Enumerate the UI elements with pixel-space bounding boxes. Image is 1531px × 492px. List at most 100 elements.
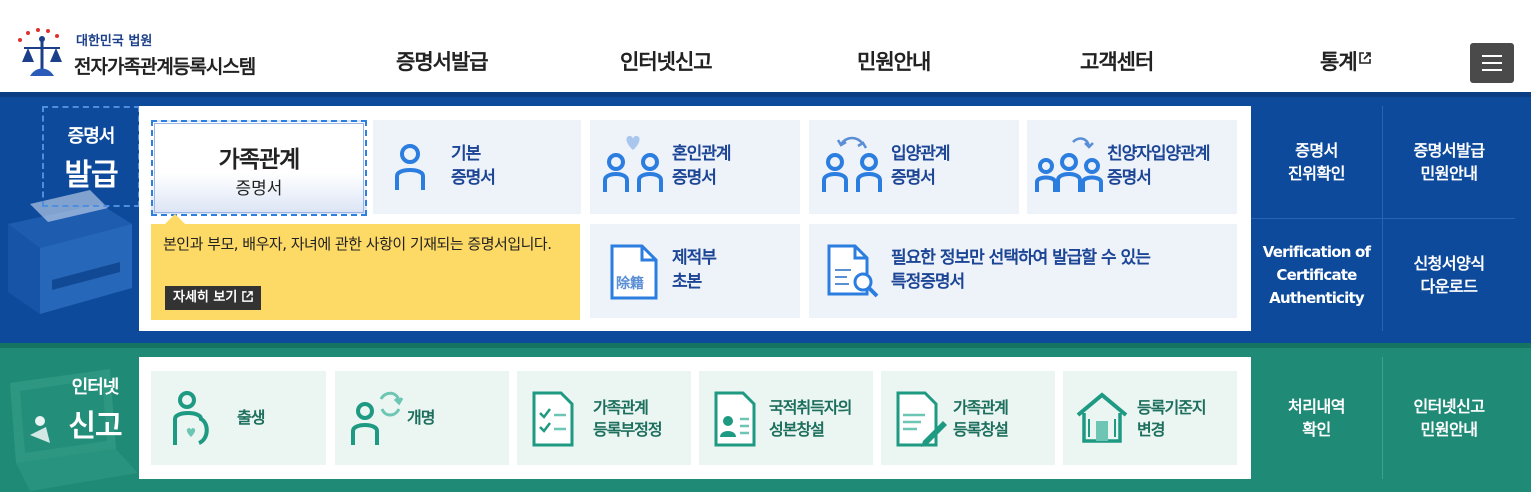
card-label: 친양자입양관계 증명서 xyxy=(1107,142,1210,190)
card-label-line1: 제적부 xyxy=(672,248,717,268)
hamburger-line xyxy=(1482,62,1502,64)
view-details-button[interactable]: 자세히 보기 xyxy=(165,286,261,310)
card-marriage-cert[interactable]: 혼인관계증명서 xyxy=(590,120,800,214)
card-label-line1: 친양자입양관계 xyxy=(1107,144,1210,164)
hamburger-menu-button[interactable] xyxy=(1470,43,1514,83)
card-rename-report[interactable]: 개명 xyxy=(335,371,509,465)
hamburger-menu-icon xyxy=(1482,55,1502,57)
court-emblem-icon xyxy=(18,28,62,76)
card-label-line2: 변경 xyxy=(1137,420,1165,439)
internet-report-section: 인터넷 신고 출생 개명 가족관계 등록부정정 국적취득자의 성본창설 가족관계… xyxy=(0,343,1531,492)
rename-icon xyxy=(351,391,403,445)
nav-statistics[interactable]: 통계 xyxy=(1320,46,1371,76)
card-label: 등록기준지변경 xyxy=(1137,397,1207,441)
card-label-line1: 필요한 정보만 선택하여 발급할 수 있는 xyxy=(891,248,1151,268)
person-icon xyxy=(395,144,425,190)
card-label-line1: 가족관계 xyxy=(593,398,649,417)
certificate-section: 증명서 발급 가족관계 증명서 기본 증명서 혼인관계 증명서 입양관계 증명서… xyxy=(0,92,1531,343)
section-title-small: 증명서 xyxy=(67,126,116,147)
nav-cert-issuance[interactable]: 증명서발급 xyxy=(396,46,489,76)
card-label: 기본증명서 xyxy=(451,142,496,190)
internet-report-section-title: 인터넷 신고 xyxy=(50,373,140,445)
card-register-correction[interactable]: 가족관계등록부정정 xyxy=(517,371,691,465)
card-label: 출생 xyxy=(237,408,265,427)
nav-customer-center[interactable]: 고객센터 xyxy=(1080,46,1154,76)
family-adoption-icon xyxy=(1035,137,1103,192)
document-jejeok-icon: 除籍 xyxy=(610,244,658,300)
section-top-line xyxy=(0,92,1531,97)
certificate-section-title: 증명서 발급 xyxy=(42,106,140,207)
card-title: 가족관계 xyxy=(218,147,301,173)
nav-statistics-label: 통계 xyxy=(1320,50,1358,74)
logo-title: 전자가족관계등록시스템 xyxy=(74,56,256,78)
card-jejeok-extract[interactable]: 除籍 제적부 초본 xyxy=(590,224,800,318)
hamburger-line xyxy=(1482,69,1502,71)
section-title-large: 발급 xyxy=(64,158,118,193)
form-download-link[interactable]: 신청서양식다운로드 xyxy=(1383,219,1515,331)
card-basic-cert[interactable]: 기본증명서 xyxy=(373,120,581,214)
side-line2: 민원안내 xyxy=(1420,420,1478,439)
document-glyph: 除籍 xyxy=(616,275,644,292)
card-label-line2: 증명서 xyxy=(672,168,717,188)
internet-report-guide-link[interactable]: 인터넷신고민원안내 xyxy=(1383,357,1515,479)
adoption-icon xyxy=(822,136,882,192)
card-full-adoption-cert[interactable]: 친양자입양관계 증명서 xyxy=(1027,120,1237,214)
site-header: 대한민국 법원 전자가족관계등록시스템 증명서발급 인터넷신고 민원안내 고객센… xyxy=(0,0,1531,92)
view-details-label: 자세히 보기 xyxy=(173,290,238,305)
card-label: 국적취득자의 성본창설 xyxy=(769,397,852,441)
card-register-creation[interactable]: 가족관계등록창설 xyxy=(881,371,1055,465)
nav-civil-guide[interactable]: 민원안내 xyxy=(857,46,931,76)
tooltip-text: 본인과 부모, 배우자, 자녀에 관한 사항이 기재되는 증명서입니다. xyxy=(163,235,552,253)
card-label-line1: 가족관계 xyxy=(953,398,1009,417)
card-label: 제적부 초본 xyxy=(672,246,717,294)
card-label-line1: 기본 xyxy=(451,144,481,164)
card-registration-base-change[interactable]: 등록기준지변경 xyxy=(1063,371,1237,465)
card-label-line1: 혼인관계 xyxy=(672,144,732,164)
side-line3: Authenticity xyxy=(1269,288,1364,307)
card-specific-cert[interactable]: 필요한 정보만 선택하여 발급할 수 있는특정증명서 xyxy=(809,224,1237,318)
card-naturalized-surname-creation[interactable]: 국적취득자의 성본창설 xyxy=(699,371,873,465)
card-label: 개명 xyxy=(407,408,435,427)
document-search-icon xyxy=(827,244,879,298)
cert-verify-link[interactable]: 증명서 진위확인 xyxy=(1251,106,1382,218)
internet-report-card-panel: 출생 개명 가족관계 등록부정정 국적취득자의 성본창설 가족관계 등록창설 등… xyxy=(139,357,1251,479)
section-title-large: 신고 xyxy=(68,409,122,444)
external-link-icon xyxy=(242,291,253,302)
side-line2: 확인 xyxy=(1302,420,1331,439)
card-label-line2: 등록창설 xyxy=(953,420,1009,439)
logo-subtitle: 대한민국 법원 xyxy=(76,34,153,49)
id-card-icon xyxy=(714,391,756,447)
house-icon xyxy=(1076,392,1128,443)
card-label-line1: 등록기준지 xyxy=(1137,398,1207,417)
processing-history-link[interactable]: 처리내역 확인 xyxy=(1251,357,1382,479)
side-line1: 신청서양식 xyxy=(1413,254,1485,273)
section-title-small: 인터넷 xyxy=(71,377,120,398)
card-label-line2: 성본창설 xyxy=(769,420,825,439)
card-birth-report[interactable]: 출생 xyxy=(151,371,326,465)
card-label: 가족관계등록부정정 xyxy=(593,397,663,441)
card-label-line1: 입양관계 xyxy=(891,144,951,164)
card-label: 필요한 정보만 선택하여 발급할 수 있는특정증명서 xyxy=(891,246,1151,294)
card-label-line2: 특정증명서 xyxy=(891,272,965,292)
cert-civil-guide-link[interactable]: 증명서발급민원안내 xyxy=(1383,106,1515,218)
section-top-line xyxy=(0,343,1531,348)
side-line1: Verification of xyxy=(1262,242,1371,261)
verification-of-certificate-link[interactable]: Verification of Certificate Authenticity xyxy=(1251,219,1382,331)
side-line2: 다운로드 xyxy=(1420,277,1478,296)
checklist-icon xyxy=(532,391,574,447)
site-logo[interactable]: 대한민국 법원 전자가족관계등록시스템 xyxy=(14,26,284,82)
card-label-line2: 등록부정정 xyxy=(593,420,663,439)
card-family-relation-cert[interactable]: 가족관계 증명서 xyxy=(151,120,367,216)
family-cert-tooltip: 본인과 부모, 배우자, 자녀에 관한 사항이 기재되는 증명서입니다. 자세히… xyxy=(151,214,580,320)
couple-heart-icon xyxy=(603,136,663,192)
nav-internet-report[interactable]: 인터넷신고 xyxy=(620,46,713,76)
side-line2: 민원안내 xyxy=(1420,164,1478,183)
side-line1: 증명서 xyxy=(1295,141,1338,160)
side-line1: 인터넷신고 xyxy=(1413,397,1485,416)
card-label-line2: 증명서 xyxy=(891,168,936,188)
card-adoption-cert[interactable]: 입양관계증명서 xyxy=(809,120,1019,214)
card-label: 가족관계등록창설 xyxy=(953,397,1009,441)
side-line1: 증명서발급 xyxy=(1413,141,1485,160)
tooltip-arrow xyxy=(165,214,185,224)
card-label-line2: 증명서 xyxy=(451,168,496,188)
